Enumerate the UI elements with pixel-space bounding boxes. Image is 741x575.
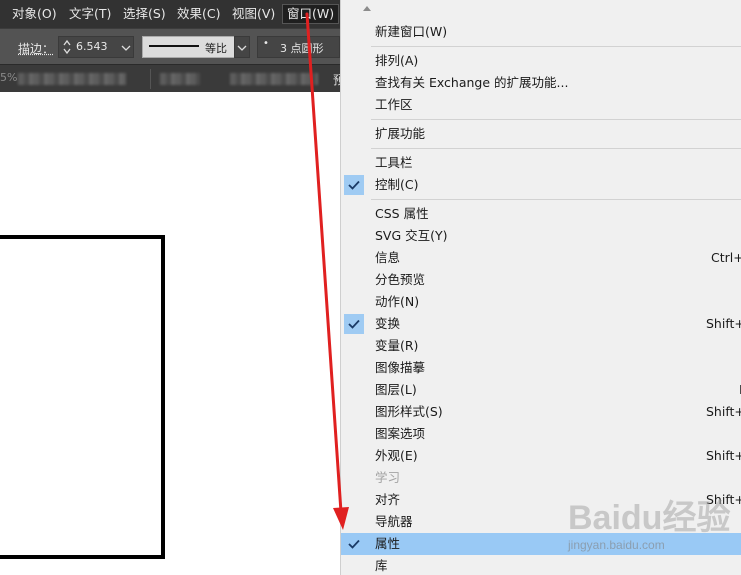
rectangle-shape[interactable] [0,235,165,559]
checkmark-icon [344,534,364,554]
menu-item-info[interactable]: 信息Ctrl+I [341,247,741,269]
menu-item-variables[interactable]: 变量(R) [341,335,741,357]
menu-select[interactable]: 选择(S) [123,5,166,23]
menu-item-layers[interactable]: 图层(L) I [341,379,741,401]
stroke-label: 描边： [18,42,55,56]
document-tab-3[interactable] [230,73,318,85]
document-tab-1[interactable] [18,73,126,85]
watermark-logo-text: Baidu经验 [568,499,731,537]
menu-item-learn: 学习 [375,470,401,485]
menu-object[interactable]: 对象(O) [12,5,57,23]
brush-label: 3 点圆形 [280,42,324,55]
menu-item-image-trace[interactable]: 图像描摹 [341,357,741,379]
brush-definition-field[interactable]: • 3 点圆形 [257,36,340,58]
menu-separator [371,148,741,149]
menu-item-pattern-options[interactable]: 图案选项 [341,423,741,445]
menu-item-appearance[interactable]: 外观(E)Shift+I [341,445,741,467]
application-menubar: 对象(O) 文字(T) 选择(S) 效果(C) 视图(V) 窗口(W) [0,0,340,28]
spinner-icon[interactable] [62,38,72,56]
menu-item-css-properties[interactable]: CSS 属性 [341,203,741,225]
menu-view[interactable]: 视图(V) [232,5,275,23]
menu-item-transform[interactable]: 变换Shift+I [341,313,741,335]
artboard-canvas[interactable] [0,92,340,575]
menu-item-find-extensions[interactable]: 查找有关 Exchange 的扩展功能... [341,72,741,94]
menu-item-new-window[interactable]: 新建窗口(W) [341,21,741,43]
menu-item-actions[interactable]: 动作(N) [341,291,741,313]
scroll-up-arrow-icon[interactable] [363,6,371,11]
profile-dropdown-button[interactable] [234,36,250,58]
tab-divider [150,69,151,89]
menu-item-workspace[interactable]: 工作区 [341,94,741,116]
baidu-watermark: Baidu经验 jingyan.baidu.com [560,490,735,560]
chevron-down-icon [237,45,247,51]
menu-item-graphic-styles[interactable]: 图形样式(S)Shift+I [341,401,741,423]
profile-label: 等比 [205,42,227,55]
menu-effect[interactable]: 效果(C) [177,5,220,23]
menu-window[interactable]: 窗口(W) [282,4,340,24]
stroke-weight-value: 6.543 [76,40,108,53]
menu-item-svg-interactivity[interactable]: SVG 交互(Y) [341,225,741,247]
checkmark-icon [344,314,364,334]
control-bar: 描边： 6.543 等比 • 3 点圆形 [0,28,340,64]
menu-item-toolbars[interactable]: 工具栏 [341,152,741,174]
menu-item-arrange[interactable]: 排列(A) [341,50,741,72]
chevron-down-icon[interactable] [121,43,131,53]
menu-item-control[interactable]: 控制(C) [341,174,741,196]
document-tab-bar: 5% 预 [0,64,345,92]
menu-separator [371,46,741,47]
tab-partial-text: 5% [0,71,18,84]
menu-separator [371,119,741,120]
menu-item-separations-preview[interactable]: 分色预览 [341,269,741,291]
menu-type[interactable]: 文字(T) [69,5,111,23]
document-tab-2[interactable] [160,73,200,85]
watermark-url: jingyan.baidu.com [568,538,665,552]
menu-item-extensions[interactable]: 扩展功能 [341,123,741,145]
stroke-profile-preview [149,45,199,47]
stroke-weight-field[interactable]: 6.543 [58,36,134,58]
window-menu-dropdown: 新建窗口(W) 排列(A) 查找有关 Exchange 的扩展功能... 工作区… [340,0,741,575]
brush-dot-icon: • [263,38,269,49]
menu-separator [371,199,741,200]
checkmark-icon [344,175,364,195]
